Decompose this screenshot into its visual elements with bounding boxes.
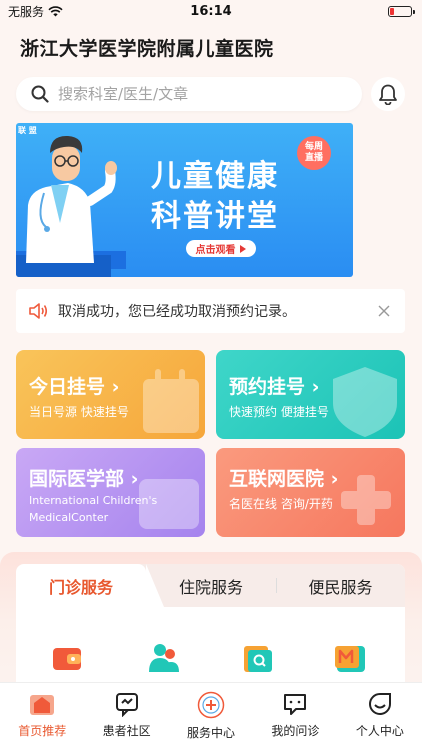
wallet-icon[interactable] xyxy=(49,640,85,676)
bottom-nav: 首页推荐 患者社区 服务中心 我的问诊 个人中心 xyxy=(0,682,422,750)
battery-level xyxy=(390,7,394,15)
calendar-icon xyxy=(143,369,199,433)
service-tabs: 门诊服务 住院服务 便民服务 xyxy=(16,564,405,607)
page-title: 浙江大学医学院附属儿童医院 xyxy=(20,38,274,60)
card-appointment[interactable]: 预约挂号 › 快速预约 便捷挂号 xyxy=(216,350,405,439)
search-input[interactable] xyxy=(58,85,328,103)
bell-icon xyxy=(379,84,397,105)
nav-home[interactable]: 首页推荐 xyxy=(0,683,84,750)
search-icon xyxy=(31,85,49,103)
nav-label: 服务中心 xyxy=(187,726,236,740)
card-subtitle: 名医在线 咨询/开药 xyxy=(229,497,333,511)
banner-headline-2: 科普讲堂 xyxy=(151,199,279,234)
nav-label: 个人中心 xyxy=(355,724,404,738)
status-left: 无服务 xyxy=(8,3,63,20)
hospital-logo-icon xyxy=(197,691,225,719)
wifi-icon xyxy=(48,5,63,16)
card-international[interactable]: 国际医学部 › International Children's Medical… xyxy=(16,448,205,537)
smile-icon xyxy=(368,693,391,715)
nav-profile[interactable]: 个人中心 xyxy=(338,683,422,750)
consult-icon xyxy=(284,694,307,715)
shield-icon xyxy=(333,367,397,437)
notice-text: 取消成功，您已经成功取消预约记录。 xyxy=(58,304,296,320)
close-icon[interactable] xyxy=(377,304,391,318)
watch-button[interactable]: 点击观看 xyxy=(186,240,256,257)
card-today-register[interactable]: 今日挂号 › 当日号源 快速挂号 xyxy=(16,350,205,439)
nav-my-consult[interactable]: 我的问诊 xyxy=(253,683,337,750)
nav-service-center[interactable]: 服务中心 xyxy=(169,683,253,750)
notification-button[interactable] xyxy=(371,77,405,111)
tab-outpatient[interactable]: 门诊服务 xyxy=(16,564,164,607)
tab-inpatient[interactable]: 住院服务 xyxy=(146,564,276,607)
nav-label: 首页推荐 xyxy=(18,724,67,738)
search-bar[interactable] xyxy=(16,77,362,111)
nav-label: 我的问诊 xyxy=(271,724,320,738)
card-subtitle: 当日号源 快速挂号 xyxy=(29,405,129,419)
people-icon[interactable] xyxy=(145,640,181,676)
status-bar: 无服务 16:14 xyxy=(0,0,422,22)
card-subtitle: International Children's MedicalConter xyxy=(29,494,158,524)
card-title: 预约挂号 › xyxy=(229,376,320,398)
card-title: 今日挂号 › xyxy=(29,376,120,398)
card-title: 国际医学部 › xyxy=(29,468,139,490)
card-title: 互联网医院 › xyxy=(229,468,339,490)
tab-convenience[interactable]: 便民服务 xyxy=(276,564,405,607)
card-subtitle: 快速预约 便捷挂号 xyxy=(229,405,329,419)
status-time: 16:14 xyxy=(190,3,232,19)
live-tag-line2: 直播 xyxy=(304,153,323,163)
battery-icon xyxy=(388,5,415,17)
live-tag: 每周 直播 xyxy=(297,136,331,170)
play-icon xyxy=(239,244,246,253)
speaker-icon xyxy=(29,303,48,319)
watch-button-label: 点击观看 xyxy=(195,245,236,256)
banner-headline-1: 儿童健康 xyxy=(151,159,279,194)
card-internet-hospital[interactable]: 互联网医院 › 名医在线 咨询/开药 xyxy=(216,448,405,537)
nav-community[interactable]: 患者社区 xyxy=(84,683,168,750)
carrier-label: 无服务 xyxy=(8,4,45,19)
chat-icon xyxy=(115,693,138,717)
live-tag-line1: 每周 xyxy=(304,142,323,152)
nav-label: 患者社区 xyxy=(102,724,151,738)
home-icon xyxy=(30,695,55,715)
banner-logo-text: 联 盟 xyxy=(18,126,37,135)
search-report-icon[interactable] xyxy=(240,640,276,676)
notice-bar: 取消成功，您已经成功取消预约记录。 xyxy=(16,289,405,333)
m-badge-icon[interactable] xyxy=(333,640,369,676)
